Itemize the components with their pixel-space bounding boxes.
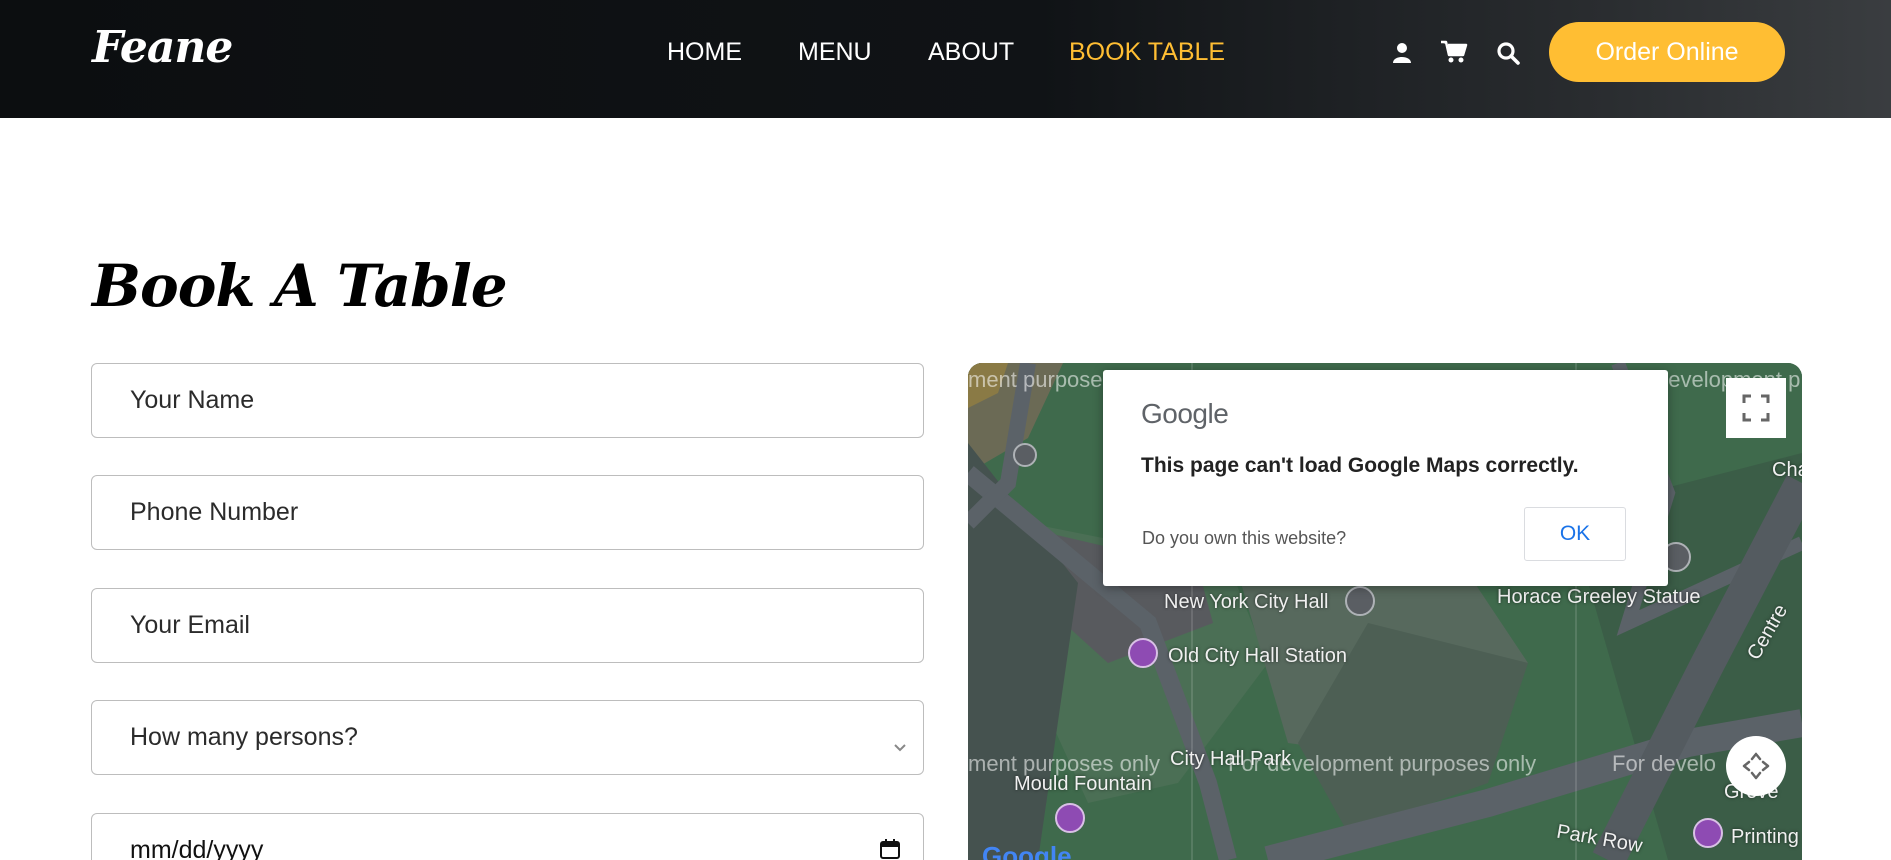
dialog-message: This page can't load Google Maps correct… bbox=[1141, 454, 1579, 477]
map-label: New York City Hall bbox=[1164, 591, 1329, 613]
map-label: Old City Hall Station bbox=[1168, 645, 1347, 667]
page-title: Book A Table bbox=[92, 252, 508, 320]
name-placeholder: Your Name bbox=[130, 386, 255, 414]
map-embed[interactable]: ment purposes development p ment purpose… bbox=[968, 363, 1802, 860]
cart-icon[interactable] bbox=[1440, 40, 1468, 68]
dialog-google-logo: Google bbox=[1141, 398, 1229, 429]
fullscreen-icon bbox=[1742, 394, 1770, 422]
search-icon[interactable] bbox=[1496, 41, 1520, 69]
site-logo[interactable]: Feane bbox=[92, 22, 233, 73]
map-label: Printing bbox=[1731, 826, 1799, 848]
date-input[interactable]: mm/dd/yyyy bbox=[91, 813, 924, 860]
map-label: City Hall Park bbox=[1170, 748, 1292, 770]
chevron-down-icon bbox=[893, 731, 907, 760]
user-icon[interactable] bbox=[1392, 42, 1412, 68]
map-pan-control[interactable] bbox=[1726, 736, 1786, 796]
map-label: Horace Greeley Statue bbox=[1497, 586, 1701, 608]
nav-menu[interactable]: MENU bbox=[798, 38, 872, 67]
map-watermark: ment purposes bbox=[968, 367, 1114, 392]
persons-select-value: How many persons? bbox=[130, 723, 358, 751]
nav-book-table[interactable]: BOOK TABLE bbox=[1069, 38, 1225, 67]
dialog-question-link[interactable]: Do you own this website? bbox=[1142, 528, 1346, 549]
google-logo: Google bbox=[982, 841, 1072, 860]
transit-station-icon bbox=[1128, 638, 1158, 668]
dialog-ok-button[interactable]: OK bbox=[1524, 507, 1626, 561]
email-placeholder: Your Email bbox=[130, 611, 250, 639]
site-header: Feane HOME MENU ABOUT BOOK TABLE Order O… bbox=[0, 0, 1891, 118]
bus-stop-icon bbox=[1013, 443, 1037, 467]
phone-input[interactable]: Phone Number bbox=[91, 475, 924, 550]
map-label: Mould Fountain bbox=[1014, 773, 1152, 795]
landmark-icon bbox=[1345, 586, 1375, 616]
fullscreen-button[interactable] bbox=[1726, 378, 1786, 438]
pan-arrows-icon bbox=[1742, 752, 1770, 780]
order-online-button[interactable]: Order Online bbox=[1549, 22, 1785, 82]
nav-about[interactable]: ABOUT bbox=[928, 38, 1014, 67]
map-label: Cha bbox=[1772, 459, 1802, 481]
map-watermark: For develo bbox=[1612, 751, 1716, 776]
persons-select[interactable]: How many persons? bbox=[91, 700, 924, 775]
nav-home[interactable]: HOME bbox=[667, 38, 742, 67]
date-placeholder: mm/dd/yyyy bbox=[130, 836, 264, 860]
email-input[interactable]: Your Email bbox=[91, 588, 924, 663]
fountain-icon bbox=[1055, 803, 1085, 833]
phone-placeholder: Phone Number bbox=[130, 498, 299, 526]
name-input[interactable]: Your Name bbox=[91, 363, 924, 438]
calendar-icon[interactable] bbox=[879, 838, 901, 860]
poi-icon bbox=[1693, 818, 1723, 848]
maps-error-dialog: Google This page can't load Google Maps … bbox=[1103, 370, 1668, 586]
